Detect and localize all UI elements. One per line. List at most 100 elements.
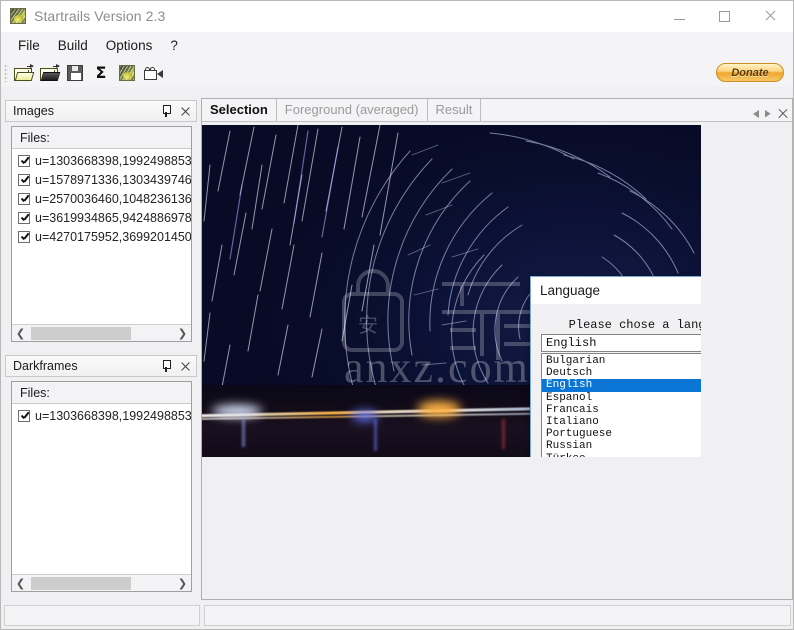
maximize-icon [719,10,730,22]
main-content-area: Selection Foreground (averaged) Result 安… [201,98,793,600]
option-italiano[interactable]: Italiano [542,416,701,428]
scroll-right-icon[interactable]: ❯ [174,575,191,591]
option-espanol[interactable]: Espanol [542,392,701,404]
close-button[interactable] [747,1,792,31]
language-dialog-titlebar: Language [531,277,701,304]
tab-navigation [753,108,788,119]
toolbar: Σ Donate [1,59,793,87]
checkbox-icon[interactable] [18,192,30,205]
open-images-button[interactable] [11,61,35,85]
darkframes-horizontal-scrollbar[interactable]: ❮ ❯ [12,574,191,591]
close-tab-icon[interactable] [777,108,788,119]
video-button[interactable] [141,61,165,85]
list-item[interactable]: u=1303668398,1992498853& [12,406,191,425]
scroll-track[interactable] [29,325,174,341]
menu-bar: File Build Options ? [1,32,793,59]
average-button[interactable]: Σ [89,61,113,85]
startrails-build-button[interactable] [115,61,139,85]
open-images-icon [13,63,34,81]
toolbar-grip[interactable] [4,64,8,82]
startrails-build-icon [119,65,135,81]
star-trails-preview[interactable]: 安 anxz.com Language Please chose a langu… [202,125,701,457]
minimize-icon [674,19,685,20]
scroll-thumb[interactable] [31,576,131,590]
checkbox-icon[interactable] [18,409,30,422]
menu-item-build[interactable]: Build [49,35,97,56]
scroll-left-icon[interactable]: ❮ [12,575,29,591]
tab-bar: Selection Foreground (averaged) Result [202,99,792,122]
save-button[interactable] [63,61,87,85]
language-options-list[interactable]: Bulgarian Deutsch English Espanol Franca… [541,353,701,457]
checkbox-icon[interactable] [18,154,30,167]
maximize-button[interactable] [702,1,747,31]
tab-foreground[interactable]: Foreground (averaged) [277,99,428,121]
checkbox-icon[interactable] [18,173,30,186]
language-dialog: Language Please chose a language English… [530,276,701,457]
list-item[interactable]: u=2570036460,1048236136& [12,189,191,208]
title-bar: Startrails Version 2.3 [1,1,793,32]
darkframes-panel-body: Files: u=1303668398,1992498853& ❮ ❯ [11,381,192,592]
warm-glow [417,401,461,417]
darkframes-files-label: Files: [12,382,191,404]
option-deutsch[interactable]: Deutsch [542,367,701,379]
option-english[interactable]: English [542,379,701,392]
option-turkce[interactable]: Türkçe [542,453,701,458]
file-name: u=4270175952,3699201450& [35,229,191,244]
images-file-list[interactable]: u=1303668398,1992498853& u=1578971336,13… [12,149,191,324]
file-name: u=2570036460,1048236136& [35,191,191,206]
application-window: Startrails Version 2.3 File Build Option… [0,0,794,630]
status-left-pane [4,605,200,626]
menu-item-help[interactable]: ? [161,35,187,56]
language-dialog-title: Language [540,283,601,298]
option-portuguese[interactable]: Portuguese [542,428,701,440]
minimize-button[interactable] [657,1,702,31]
scroll-left-icon[interactable]: ❮ [12,325,29,341]
language-select[interactable]: English [541,334,701,352]
startrails-icon [10,8,26,24]
open-darkframes-button[interactable] [37,61,61,85]
file-name: u=1303668398,1992498853& [35,408,191,423]
scroll-thumb[interactable] [31,326,131,340]
close-panel-icon[interactable] [177,358,193,374]
pin-icon[interactable] [158,103,174,119]
images-panel-header: Images [5,100,197,122]
light-reflection [374,419,377,451]
light-reflection [242,419,245,447]
darkframes-file-list[interactable]: u=1303668398,1992498853& [12,404,191,574]
pin-icon[interactable] [158,358,174,374]
images-panel: Images Files: u=1303668398,1992498853& u… [5,100,197,350]
darkframes-panel-title: Darkframes [13,359,78,373]
list-item[interactable]: u=1303668398,1992498853& [12,151,191,170]
list-item[interactable]: u=1578971336,1303439746& [12,170,191,189]
close-icon [764,10,776,22]
darkframes-panel: Darkframes Files: u=1303668398,199249885… [5,355,197,600]
file-name: u=1578971336,1303439746& [35,172,191,187]
prev-tab-icon[interactable] [753,109,759,118]
list-item[interactable]: u=4270175952,3699201450& [12,227,191,246]
menu-item-file[interactable]: File [9,35,49,56]
scroll-right-icon[interactable]: ❯ [174,325,191,341]
save-icon [67,65,83,81]
menu-item-options[interactable]: Options [97,35,162,56]
language-select-value: English [546,336,597,350]
status-right-pane [204,605,791,626]
tab-selection[interactable]: Selection [202,99,277,121]
donate-button[interactable]: Donate [716,63,784,82]
list-item[interactable]: u=3619934865,9424886978&f [12,208,191,227]
option-russian[interactable]: Russian [542,440,701,452]
scroll-track[interactable] [29,575,174,591]
close-panel-icon[interactable] [177,103,193,119]
images-panel-title: Images [13,104,54,118]
checkbox-icon[interactable] [18,230,30,243]
main-empty-area [202,457,792,599]
light-reflection [502,419,505,449]
language-prompt: Please chose a language [568,318,701,332]
tab-result[interactable]: Result [428,99,482,121]
images-panel-body: Files: u=1303668398,1992498853& u=157897… [11,126,192,342]
checkbox-icon[interactable] [18,211,30,224]
images-horizontal-scrollbar[interactable]: ❮ ❯ [12,324,191,341]
open-darkframes-icon [39,63,60,81]
next-tab-icon[interactable] [765,110,771,118]
option-francais[interactable]: Francais [542,404,701,416]
option-bulgarian[interactable]: Bulgarian [542,355,701,367]
